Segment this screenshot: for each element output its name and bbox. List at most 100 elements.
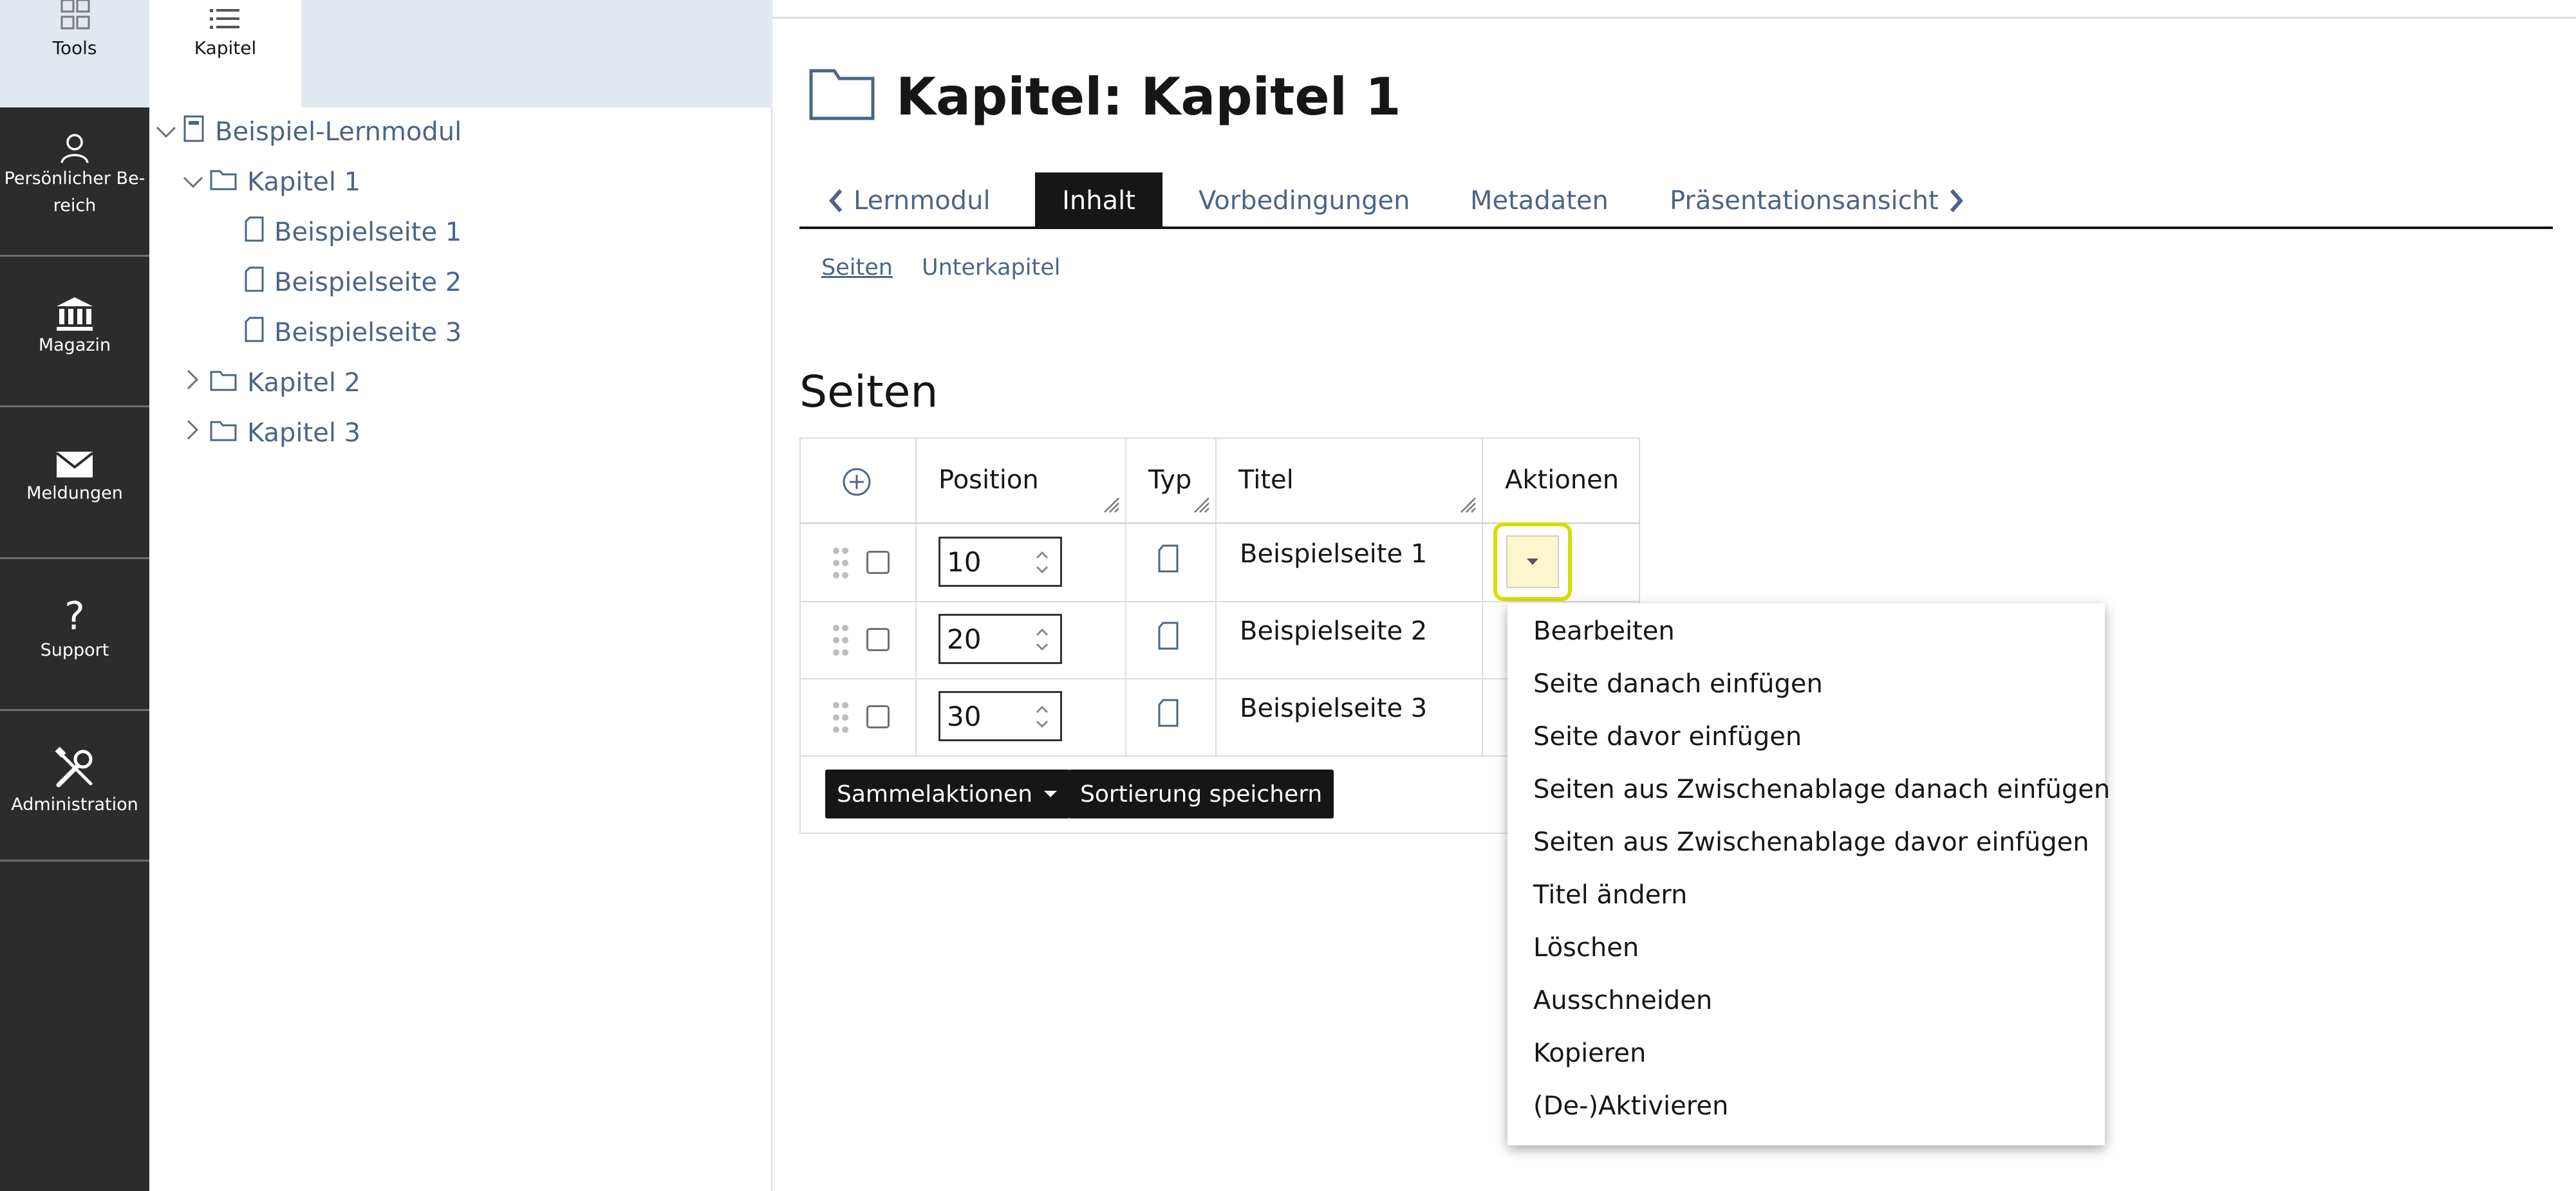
tree-item-label: Kapitel 3 (247, 418, 361, 448)
slate-tab-chapters[interactable]: Kapitel (149, 0, 301, 107)
tree-item-chapter-2[interactable]: Kapitel 2 (176, 363, 360, 403)
resize-handle-icon[interactable] (1102, 495, 1120, 513)
bulk-actions-button[interactable]: Sammelaktionen (825, 770, 1070, 818)
mainbar-separator (0, 405, 149, 407)
chevron-right-icon[interactable] (176, 418, 210, 448)
tree-item-page[interactable]: Beispielseite 3 (211, 313, 462, 353)
slate-header-fill (301, 0, 772, 107)
position-value: 10 (947, 546, 982, 578)
column-divider (915, 438, 917, 757)
chevron-left-icon (829, 189, 843, 212)
save-sorting-label: Sortierung speichern (1080, 780, 1323, 808)
position-value: 30 (947, 700, 982, 732)
question-icon: ? (64, 594, 85, 639)
chevron-right-icon[interactable] (176, 368, 210, 398)
mainbar-item-administration[interactable]: Administration (0, 746, 149, 818)
tab-metadata[interactable]: Metadaten (1470, 172, 1609, 229)
subtab-subchapters[interactable]: Unterkapitel (922, 255, 1060, 281)
page-icon (1158, 622, 1179, 650)
tree-item-label: Beispielseite 3 (274, 318, 462, 347)
menu-item-edit[interactable]: Bearbeiten (1533, 616, 1675, 646)
tab-presentation-view[interactable]: Präsentationsansicht (1670, 172, 1965, 229)
tree-item-module[interactable]: Beispiel-Lernmodul (149, 112, 462, 152)
mainbar-item-label: reich (53, 196, 97, 216)
drag-handle-icon[interactable] (832, 546, 850, 580)
stepper-icon[interactable] (1031, 699, 1054, 734)
page-icon (245, 266, 264, 299)
position-input[interactable]: 20 (938, 614, 1062, 664)
tree-item-page[interactable]: Beispielseite 1 (211, 212, 462, 252)
mainbar-separator (0, 860, 149, 862)
grid-icon (61, 0, 90, 30)
menu-item-copy[interactable]: Kopieren (1533, 1039, 1646, 1068)
position-value: 20 (947, 623, 982, 655)
column-header-title[interactable]: Titel (1238, 438, 1294, 522)
resize-handle-icon[interactable] (1459, 495, 1477, 513)
menu-item-delete[interactable]: Löschen (1533, 933, 1639, 963)
tab-back-learning-module[interactable]: Lernmodul (828, 172, 991, 229)
page-title-cell: Beispielseite 3 (1240, 694, 1428, 723)
tab-label: Metadaten (1470, 186, 1609, 216)
tab-label: Vorbedingungen (1199, 186, 1410, 216)
caret-down-icon (1527, 559, 1538, 565)
row-divider (799, 601, 1640, 602)
column-divider (1482, 438, 1483, 757)
stepper-icon[interactable] (1031, 545, 1054, 580)
column-header-actions: Aktionen (1505, 465, 1619, 495)
envelope-icon (55, 452, 94, 477)
section-title: Seiten (799, 367, 938, 418)
column-header-type[interactable]: Typ (1148, 438, 1191, 522)
mainbar-separator (0, 709, 149, 711)
menu-item-paste-after[interactable]: Seiten aus Zwischenablage danach einfüge… (1533, 775, 2110, 804)
page-title-cell: Beispielseite 2 (1240, 616, 1428, 646)
bulk-actions-label: Sammelaktionen (837, 780, 1033, 808)
subtab-pages[interactable]: Seiten (821, 255, 893, 281)
caret-down-icon (1044, 791, 1058, 797)
mainbar-tools-label: Tools (52, 37, 97, 59)
page-icon (245, 317, 264, 349)
mainbar-item-repository[interactable]: Magazin (0, 296, 149, 359)
resize-handle-icon[interactable] (1192, 495, 1210, 513)
menu-item-paste-before[interactable]: Seiten aus Zwischenablage davor einfügen (1533, 827, 2089, 857)
tab-content[interactable]: Inhalt (1035, 172, 1162, 229)
row-checkbox[interactable] (866, 628, 890, 651)
slate-tab-label: Kapitel (194, 37, 257, 59)
bank-icon (57, 297, 93, 331)
stepper-icon[interactable] (1031, 622, 1054, 657)
save-sorting-button[interactable]: Sortierung speichern (1069, 770, 1334, 818)
mainbar-item-label: Support (40, 640, 109, 660)
chevron-down-icon[interactable] (176, 167, 210, 197)
menu-item-cut[interactable]: Ausschneiden (1533, 986, 1712, 1015)
menu-item-insert-page-before[interactable]: Seite davor einfügen (1533, 722, 1802, 752)
row-checkbox[interactable] (866, 705, 890, 728)
user-icon (61, 134, 89, 163)
tree-item-label: Beispielseite 1 (274, 217, 462, 247)
drag-handle-icon[interactable] (832, 700, 850, 735)
tree-item-label: Kapitel 2 (247, 368, 361, 398)
menu-item-insert-page-after[interactable]: Seite danach einfügen (1533, 669, 1823, 699)
row-actions-dropdown-button[interactable] (1493, 522, 1572, 601)
add-circle-icon[interactable] (842, 467, 872, 497)
mainbar-tools-button[interactable]: Tools (0, 0, 149, 107)
position-input[interactable]: 10 (938, 537, 1062, 587)
mainbar-item-support[interactable]: ? Support (0, 596, 149, 664)
menu-item-toggle-activation[interactable]: (De-)Aktivieren (1533, 1091, 1728, 1121)
tree-item-page[interactable]: Beispielseite 2 (211, 263, 462, 302)
position-input[interactable]: 30 (938, 691, 1062, 741)
tree-item-chapter-3[interactable]: Kapitel 3 (176, 413, 360, 453)
menu-item-rename[interactable]: Titel ändern (1533, 880, 1687, 910)
mainbar-item-messages[interactable]: Meldungen (0, 449, 149, 507)
mainbar-item-personal-desktop[interactable]: Persönlicher Be- reich (0, 132, 149, 219)
mainbar-separator (0, 557, 149, 559)
row-checkbox[interactable] (866, 551, 890, 574)
folder-icon (210, 167, 237, 197)
tree-item-label: Beispielseite 2 (274, 268, 462, 297)
tab-preconditions[interactable]: Vorbedingungen (1199, 172, 1410, 229)
page-icon (245, 216, 264, 248)
tree-item-chapter-1[interactable]: Kapitel 1 (176, 162, 360, 202)
mainbar-item-label: Administration (11, 795, 138, 815)
drag-handle-icon[interactable] (832, 623, 850, 658)
chevron-down-icon[interactable] (149, 117, 183, 147)
column-header-position[interactable]: Position (938, 438, 1039, 522)
tab-label: Inhalt (1062, 186, 1135, 216)
